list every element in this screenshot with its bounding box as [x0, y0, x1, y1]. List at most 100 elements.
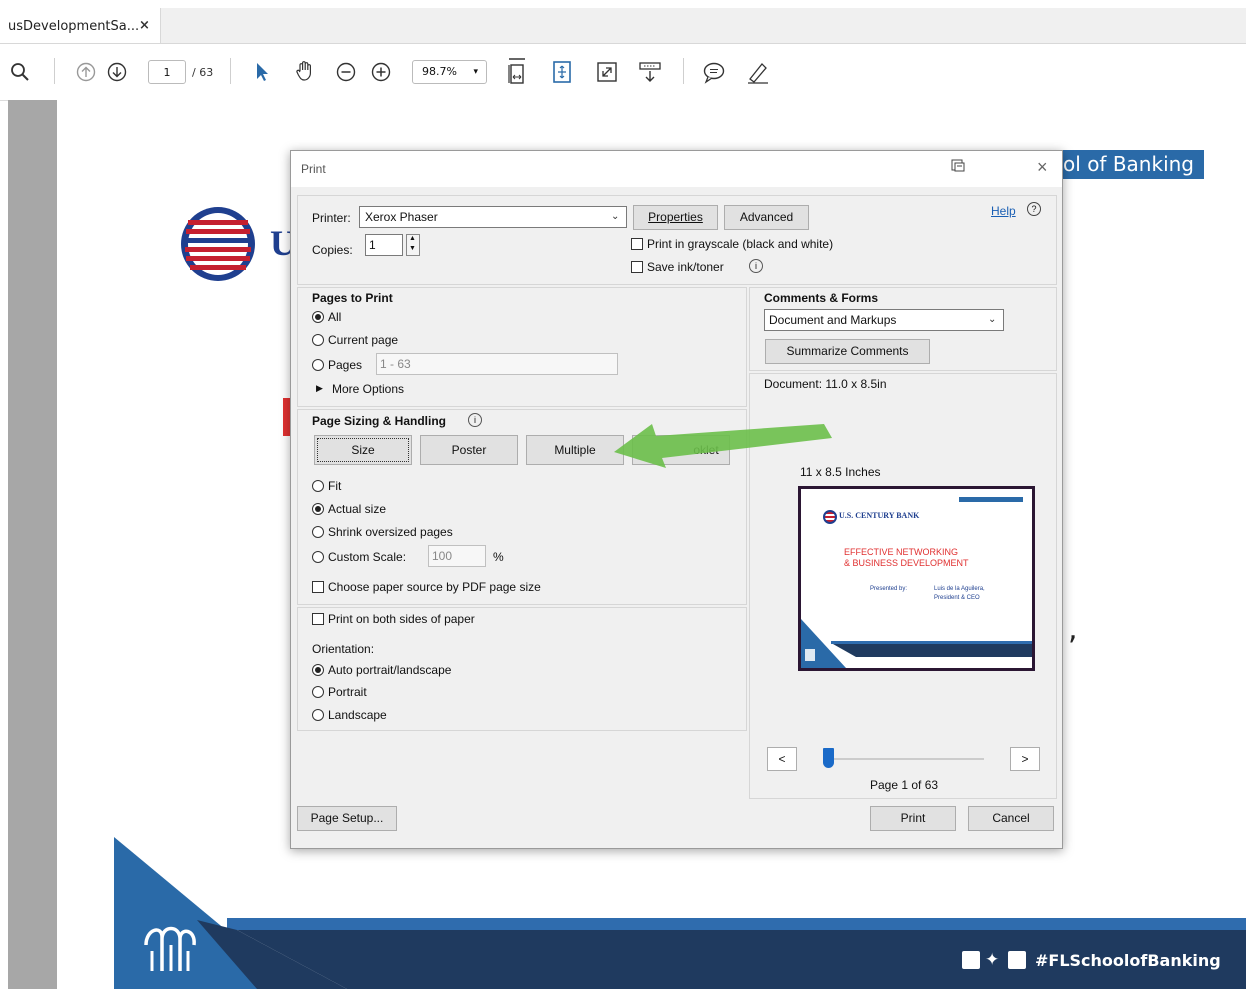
preview-presented-by: Presented by: [870, 586, 908, 592]
search-icon[interactable] [8, 60, 32, 84]
linkedin-icon [1008, 951, 1026, 969]
chevron-down-icon: ⌄ [611, 211, 620, 222]
page-setup-button[interactable]: Page Setup... [297, 806, 397, 831]
annotation-arrow-icon [614, 424, 832, 468]
scale-value: 100 [432, 549, 453, 563]
comments-heading: Comments & Forms [764, 291, 879, 305]
poster-tab[interactable]: Poster [420, 435, 518, 465]
copies-input[interactable]: 1 [365, 234, 403, 256]
properties-button[interactable]: Properties [633, 205, 718, 230]
zoom-in-icon[interactable] [369, 60, 393, 84]
pages-range-input[interactable]: 1 - 63 [376, 353, 618, 375]
help-link[interactable]: Help [991, 204, 1016, 218]
preview-presenter-title: President & CEO [934, 595, 980, 601]
more-options-toggle[interactable]: More Options [332, 382, 404, 396]
document-size: Document: 11.0 x 8.5in [764, 377, 887, 391]
fit-page-icon[interactable] [550, 58, 576, 86]
fit-width-icon[interactable] [503, 56, 531, 88]
school-logo-icon [144, 926, 196, 971]
tab-close-icon[interactable]: × [139, 18, 150, 33]
chevron-down-icon: ⌄ [988, 314, 997, 325]
page-indicator: Page 1 of 63 [870, 778, 939, 792]
zoom-select[interactable]: 98.7% ▾ [412, 60, 487, 84]
step-down-icon[interactable]: ▼ [409, 245, 416, 252]
grayscale-checkbox[interactable] [631, 238, 643, 250]
copies-stepper[interactable]: ▲ ▼ [406, 234, 420, 256]
facebook-icon [962, 951, 980, 969]
page-slider-track[interactable] [826, 758, 984, 760]
orientation-panel: Print on both sides of paper Orientation… [297, 607, 747, 731]
portrait-radio[interactable] [312, 686, 324, 698]
previous-page-icon[interactable] [74, 60, 98, 84]
pdf-toolbar: 1 / 63 98.7% ▾ [0, 44, 1246, 101]
preview-logo-icon [823, 510, 837, 524]
landscape-label: Landscape [328, 708, 387, 722]
both-sides-label: Print on both sides of paper [328, 612, 475, 626]
save-ink-checkbox[interactable] [631, 261, 643, 273]
pages-to-print-panel: Pages to Print All Current page Pages 1 … [297, 287, 747, 407]
select-cursor-icon[interactable] [250, 60, 274, 84]
fit-radio[interactable] [312, 480, 324, 492]
all-radio[interactable] [312, 311, 324, 323]
dialog-title: Print [301, 162, 326, 176]
preview-banner [959, 497, 1023, 502]
page-text-fragment: , [1068, 612, 1078, 647]
full-screen-icon[interactable] [594, 58, 620, 86]
both-sides-checkbox[interactable] [312, 613, 324, 625]
actual-size-radio[interactable] [312, 503, 324, 515]
step-up-icon[interactable]: ▲ [409, 235, 416, 242]
zoom-out-icon[interactable] [334, 60, 358, 84]
paper-source-checkbox[interactable] [312, 581, 324, 593]
comments-forms-panel: Comments & Forms Document and Markups ⌄ … [749, 287, 1057, 371]
summarize-comments-button[interactable]: Summarize Comments [765, 339, 930, 364]
tab-title: usDevelopmentSa... [8, 19, 140, 34]
preview-bank-name: U.S. CENTURY BANK [839, 511, 920, 520]
pages-radio[interactable] [312, 359, 324, 371]
document-tab[interactable]: usDevelopmentSa... × [0, 8, 161, 43]
advanced-button[interactable]: Advanced [724, 205, 809, 230]
auto-orientation-label: Auto portrait/landscape [328, 663, 452, 677]
pages-label: Pages [328, 358, 363, 372]
pages-range-value: 1 - 63 [380, 357, 411, 371]
info-icon[interactable]: i [468, 413, 482, 427]
custom-scale-radio[interactable] [312, 551, 324, 563]
copies-label: Copies: [312, 243, 353, 257]
pages-heading: Pages to Print [312, 291, 393, 305]
print-to-pdf-icon[interactable] [951, 159, 965, 176]
percent-label: % [493, 550, 504, 564]
expand-arrow-icon[interactable]: ▶ [316, 383, 323, 394]
page-slider-thumb[interactable] [823, 748, 834, 768]
custom-scale-label: Custom Scale: [328, 550, 407, 564]
highlight-pen-icon[interactable] [744, 58, 772, 86]
toolbar-divider [230, 58, 231, 84]
scale-input[interactable]: 100 [428, 545, 486, 567]
current-page-radio[interactable] [312, 334, 324, 346]
printer-panel: Printer: Xerox Phaser ⌄ Properties Advan… [297, 195, 1057, 285]
copies-value: 1 [369, 238, 376, 252]
read-mode-icon[interactable] [636, 58, 664, 86]
printer-label: Printer: [312, 211, 351, 225]
sizing-heading: Page Sizing & Handling [312, 414, 447, 428]
comments-select[interactable]: Document and Markups ⌄ [764, 309, 1004, 331]
all-label: All [328, 310, 342, 324]
hand-tool-icon[interactable] [292, 58, 318, 84]
page-number-input[interactable]: 1 [148, 60, 186, 84]
print-button[interactable]: Print [870, 806, 956, 831]
shrink-radio[interactable] [312, 526, 324, 538]
size-tab[interactable]: Size [314, 435, 412, 465]
next-page-button[interactable]: > [1010, 747, 1040, 771]
close-icon[interactable]: × [1037, 157, 1048, 178]
help-icon[interactable]: ? [1027, 202, 1041, 216]
comments-value: Document and Markups [769, 313, 897, 327]
fit-label: Fit [328, 479, 342, 493]
previous-page-button[interactable]: < [767, 747, 797, 771]
next-page-icon[interactable] [105, 60, 129, 84]
print-dialog: Print × Printer: Xerox Phaser ⌄ Properti… [290, 150, 1063, 849]
cancel-button[interactable]: Cancel [968, 806, 1054, 831]
landscape-radio[interactable] [312, 709, 324, 721]
chevron-down-icon: ▾ [473, 67, 478, 77]
info-icon[interactable]: i [749, 259, 763, 273]
auto-orientation-radio[interactable] [312, 664, 324, 676]
printer-select[interactable]: Xerox Phaser ⌄ [359, 206, 627, 228]
comment-icon[interactable] [700, 58, 728, 86]
